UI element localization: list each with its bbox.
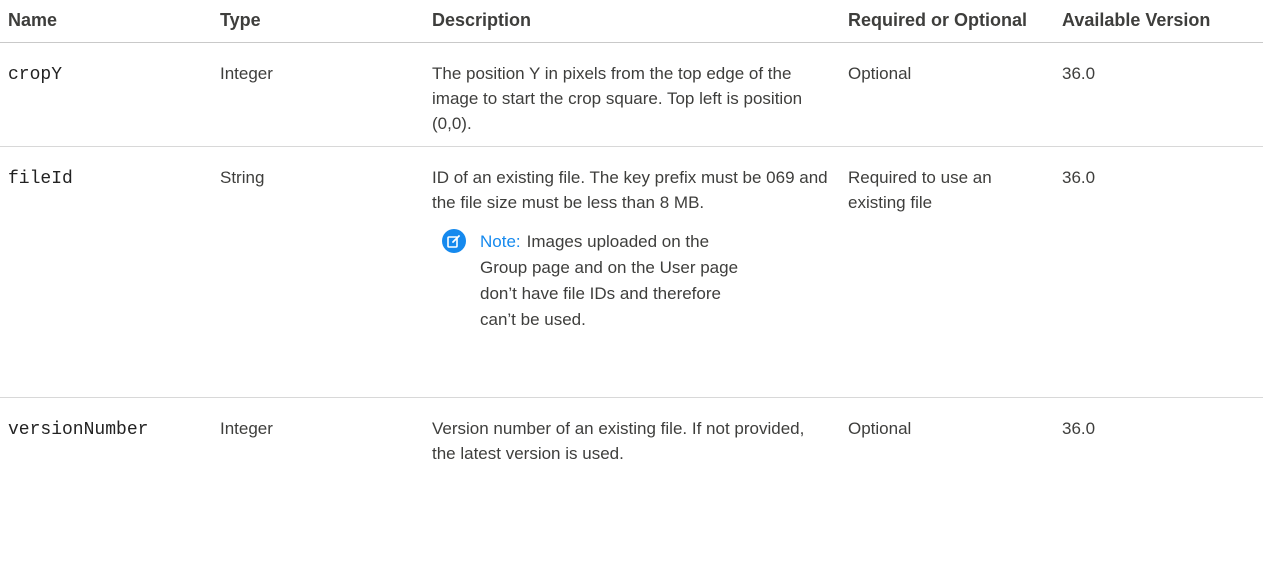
header-type: Type (212, 0, 424, 43)
header-row: Name Type Description Required or Option… (0, 0, 1263, 43)
param-name-code: cropY (8, 65, 63, 85)
param-description-text: ID of an existing file. The key prefix m… (432, 168, 828, 212)
param-name: cropY (0, 42, 212, 147)
note-body: Note: Images uploaded on the Group page a… (480, 229, 742, 333)
header-description: Description (424, 0, 840, 43)
param-name: versionNumber (0, 398, 212, 495)
param-version: 36.0 (1054, 146, 1263, 398)
param-type: Integer (212, 42, 424, 147)
header-name: Name (0, 0, 212, 43)
parameters-table: Name Type Description Required or Option… (0, 0, 1263, 494)
param-version: 36.0 (1054, 42, 1263, 147)
param-name-code: versionNumber (8, 420, 149, 440)
param-version: 36.0 (1062, 419, 1096, 438)
param-description: Version number of an existing file. If n… (424, 398, 840, 495)
param-name-code: fileId (8, 169, 73, 189)
note-label: Note: (480, 232, 521, 251)
edit-note-icon (442, 229, 466, 253)
table-row: fileId String ID of an existing file. Th… (0, 146, 1263, 398)
param-required: Optional (848, 419, 912, 438)
param-type: Integer (220, 419, 273, 438)
note-callout: Note: Images uploaded on the Group page a… (432, 229, 832, 333)
header-required: Required or Optional (840, 0, 1054, 43)
header-version: Available Version (1054, 0, 1263, 43)
param-required: Required to use an existing file (840, 146, 1054, 398)
param-description-text: The position Y in pixels from the top ed… (432, 64, 803, 133)
param-name: fileId (0, 146, 212, 398)
table-header: Name Type Description Required or Option… (0, 0, 1263, 43)
param-description: ID of an existing file. The key prefix m… (424, 146, 840, 398)
param-description: The position Y in pixels from the top ed… (424, 42, 840, 147)
param-description-text: Version number of an existing file. If n… (432, 419, 805, 463)
param-required: Optional (840, 42, 1054, 147)
table-row: versionNumber Integer Version number of … (0, 398, 1263, 495)
param-type: String (212, 146, 424, 398)
table-row: cropY Integer The position Y in pixels f… (0, 42, 1263, 147)
table-body: cropY Integer The position Y in pixels f… (0, 42, 1263, 495)
